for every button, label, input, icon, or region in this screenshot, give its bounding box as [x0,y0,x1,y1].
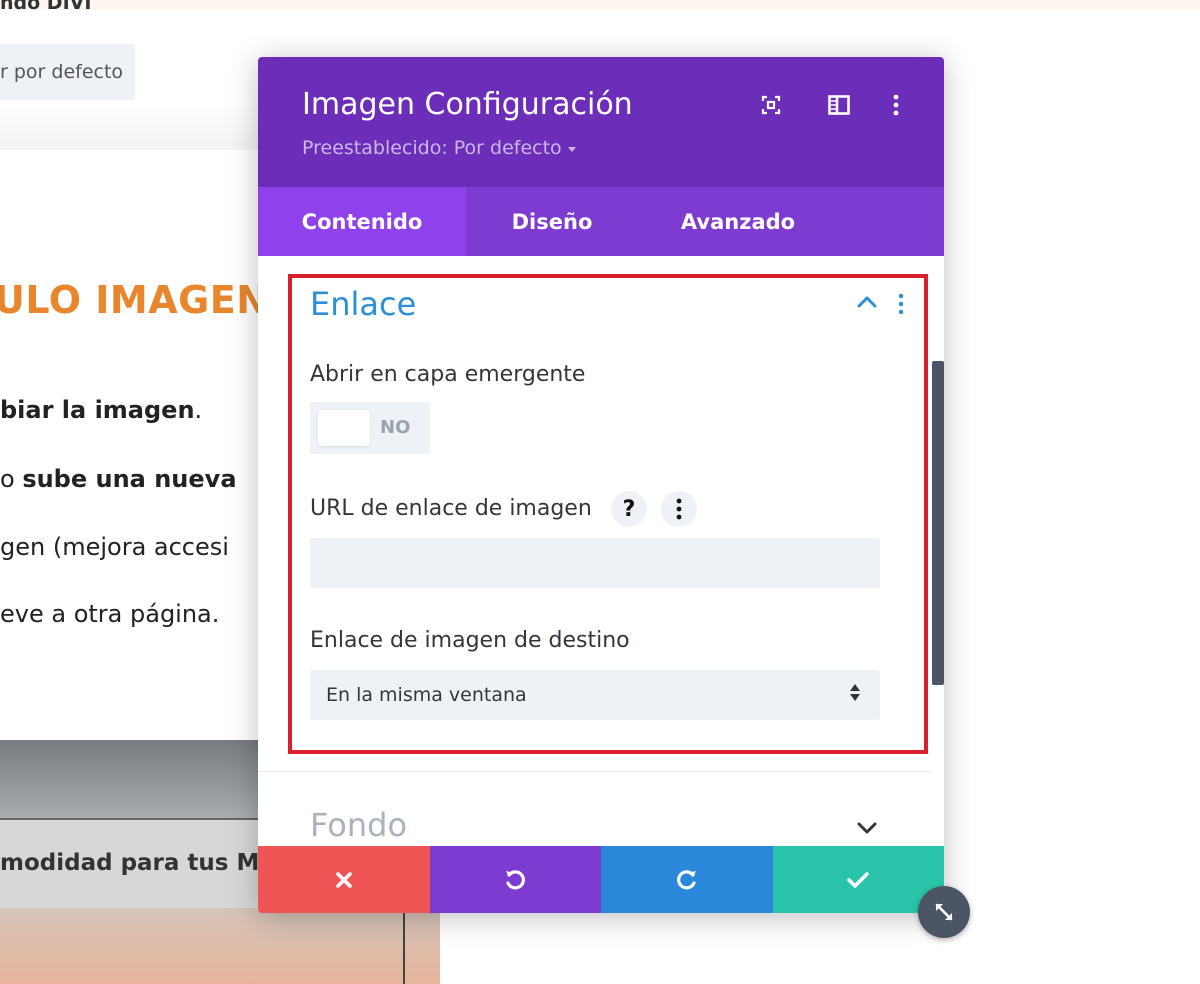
card-shadow [0,100,258,150]
preset-label: Preestablecido: Por defecto [302,137,562,159]
instruction-line: biar la imagen. [0,396,203,424]
undo-button[interactable] [429,846,601,913]
caret-down-icon [567,146,576,152]
modal-header: Imagen Configuración Preestablecido: Por… [258,57,944,187]
image-settings-modal: Imagen Configuración Preestablecido: Por… [258,57,944,913]
target-select[interactable]: En la misma ventana [310,670,880,720]
url-options-button[interactable] [661,491,697,527]
toggle-knob [318,410,370,446]
instruction-line: o sube una nueva [0,465,237,493]
target-label: Enlace de imagen de destino [310,628,630,653]
check-icon [847,871,870,888]
resize-icon [935,903,953,921]
vertical-dots-icon [676,498,682,520]
photo-caption: modidad para tus M [0,850,260,876]
instruction-line: eve a otra página. [0,600,220,628]
preset-selector[interactable]: Preestablecido: Por defecto [302,137,576,159]
tab-diseno[interactable]: Diseño [466,187,638,256]
redo-button[interactable] [601,846,773,913]
redo-icon [676,869,696,889]
section-divider [258,771,932,772]
vertical-dots-icon[interactable] [884,93,908,117]
modal-body: Enlace Abrir en capa emergente NO URL de… [258,256,944,846]
split-view-icon[interactable] [827,93,851,117]
toggle-state: NO [380,417,411,438]
resize-handle[interactable] [918,886,970,938]
target-select-value: En la misma ventana [326,684,527,706]
modal-title: Imagen Configuración [302,87,633,122]
popup-label: Abrir en capa emergente [310,362,586,387]
undo-icon [506,869,526,889]
help-button[interactable]: ? [611,491,647,527]
section-dots-icon[interactable] [898,293,904,319]
fullscreen-icon[interactable] [759,93,783,117]
page-top-title: ndo DIVI [0,0,92,14]
section-title-enlace[interactable]: Enlace [310,285,416,323]
popup-toggle[interactable]: NO [310,402,430,454]
scrollbar[interactable] [932,361,944,685]
cancel-button[interactable] [258,846,430,913]
instruction-line: gen (mejora accesi [0,533,229,561]
close-icon [335,871,352,888]
url-input[interactable] [310,538,880,588]
page-top-bar [0,0,1200,10]
default-button-label[interactable]: r por defecto [0,61,123,83]
url-label: URL de enlace de imagen [310,496,592,521]
chevron-down-icon[interactable] [856,820,878,839]
photo-divider [403,908,405,984]
save-button[interactable] [772,846,944,913]
section-title-fondo[interactable]: Fondo [310,806,407,844]
modal-footer [258,846,944,913]
tab-contenido[interactable]: Contenido [258,187,466,256]
tab-bar: Contenido Diseño Avanzado [258,187,944,256]
select-arrows-icon [850,684,860,701]
tab-avanzado[interactable]: Avanzado [638,187,838,256]
module-heading: ULO IMAGEN [0,278,269,322]
chevron-up-icon[interactable] [856,294,878,313]
